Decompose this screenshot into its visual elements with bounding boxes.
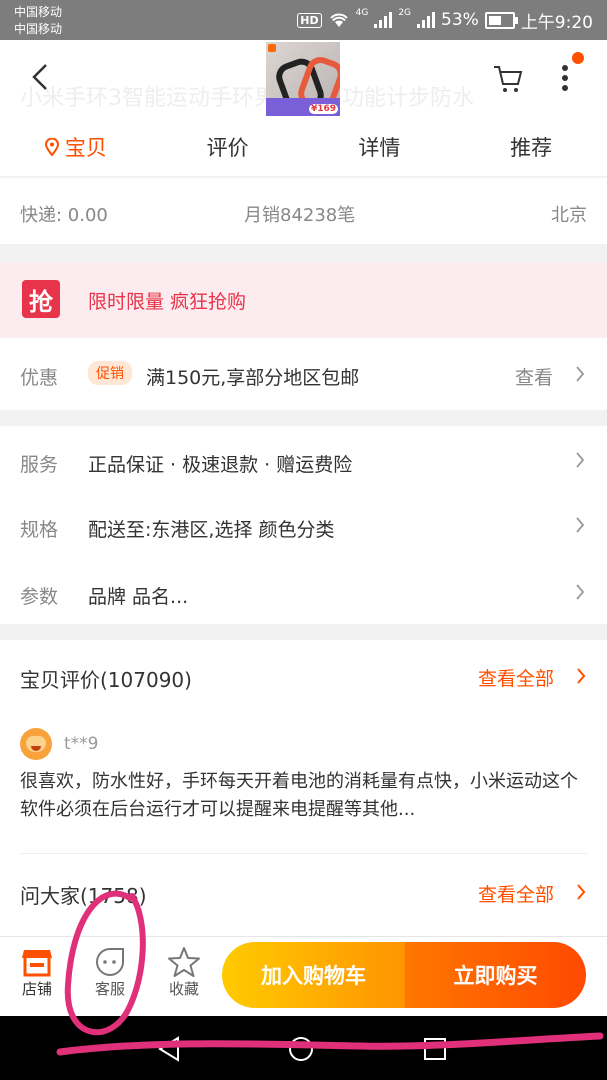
service-label: 服务 bbox=[20, 454, 59, 476]
params-text: 品牌 品名... bbox=[88, 586, 189, 608]
service-text: 正品保证 · 极速退款 · 赠运费险 bbox=[88, 454, 353, 476]
flash-sale-text: 限时限量 疯狂抢购 bbox=[88, 291, 247, 313]
shop-label: 店铺 bbox=[21, 980, 52, 998]
chevron-right-icon bbox=[576, 366, 585, 382]
shop-button[interactable]: 店铺 bbox=[14, 946, 60, 999]
tab-bar: 宝贝 评价 详情 推荐 bbox=[0, 122, 607, 172]
promotion-text: 满150元,享部分地区包邮 bbox=[146, 367, 360, 389]
wifi-icon bbox=[329, 13, 348, 27]
star-icon bbox=[168, 947, 200, 977]
tab-product[interactable]: 宝贝 bbox=[0, 122, 152, 172]
carrier-label-1: 中国移动 bbox=[14, 5, 63, 19]
params-row[interactable]: 参数 品牌 品名... bbox=[0, 558, 607, 624]
notification-dot bbox=[572, 52, 584, 64]
chat-face-icon bbox=[96, 948, 124, 976]
qa-title: 问大家(1758) bbox=[20, 884, 147, 908]
details-card: 服务 正品保证 · 极速退款 · 赠运费险 规格 配送至:东港区,选择 颜色分类… bbox=[0, 426, 607, 624]
carrier-label-2: 中国移动 bbox=[14, 22, 63, 36]
qa-view-all[interactable]: 查看全部 bbox=[478, 880, 554, 907]
tab-product-label: 宝贝 bbox=[64, 136, 107, 160]
promotion-tag: 促销 bbox=[88, 361, 132, 385]
reviewer-avatar bbox=[20, 728, 52, 760]
reviews-card: 宝贝评价(107090) 查看全部 t**9 很喜欢，防水性好，手环每天开着电池… bbox=[0, 640, 607, 936]
params-label: 参数 bbox=[20, 586, 59, 608]
cart-icon[interactable] bbox=[492, 64, 524, 94]
promotion-label: 优惠 bbox=[20, 367, 59, 389]
system-navigation-bar bbox=[0, 1016, 607, 1080]
favorite-button[interactable]: 收藏 bbox=[161, 946, 207, 999]
customer-service-button[interactable]: 客服 bbox=[87, 946, 133, 999]
battery-icon bbox=[484, 11, 518, 29]
battery-percent: 53% bbox=[441, 10, 479, 30]
favorite-label: 收藏 bbox=[168, 980, 199, 998]
network-4g-label: 4G bbox=[355, 8, 369, 18]
chevron-right-icon[interactable] bbox=[576, 884, 586, 900]
product-thumbnail[interactable]: ¥169 bbox=[266, 42, 340, 116]
network-2g-label: 2G bbox=[398, 8, 412, 18]
review-content[interactable]: 很喜欢，防水性好，手环每天开着电池的消耗量有点快，小米运动这个软件必须在后台运行… bbox=[20, 768, 588, 824]
spec-row[interactable]: 规格 配送至:东港区,选择 颜色分类 bbox=[0, 492, 607, 558]
promotion-view-link[interactable]: 查看 bbox=[515, 363, 553, 390]
chevron-right-icon bbox=[576, 584, 585, 600]
signal-icon-2 bbox=[417, 12, 436, 28]
signal-icon bbox=[374, 12, 393, 28]
chevron-right-icon bbox=[576, 452, 585, 468]
chevron-right-icon[interactable] bbox=[576, 668, 586, 684]
add-to-cart-button[interactable]: 加入购物车 bbox=[222, 942, 405, 1008]
location-pin-icon bbox=[44, 138, 59, 156]
nav-home-icon[interactable] bbox=[288, 1036, 314, 1062]
shipping-row: 快递: 0.00 月销84238笔 北京 bbox=[0, 178, 607, 244]
thumbnail-price: ¥169 bbox=[308, 104, 338, 114]
buy-now-button[interactable]: 立即购买 bbox=[405, 942, 586, 1008]
tab-reviews[interactable]: 评价 bbox=[152, 122, 304, 172]
shipping-fee: 快递: 0.00 bbox=[20, 205, 108, 226]
ship-from-location: 北京 bbox=[551, 205, 587, 226]
service-row[interactable]: 服务 正品保证 · 极速退款 · 赠运费险 bbox=[0, 426, 607, 492]
brand-logo-icon bbox=[268, 44, 276, 52]
nav-recents-icon[interactable] bbox=[423, 1037, 447, 1061]
tab-recommend[interactable]: 推荐 bbox=[455, 122, 607, 172]
monthly-sales: 月销84238笔 bbox=[244, 205, 356, 226]
reviews-view-all[interactable]: 查看全部 bbox=[478, 664, 554, 691]
faded-product-title: 小米手环3智能运动手环男女款多功能计步防水 bbox=[20, 86, 474, 111]
spec-label: 规格 bbox=[20, 519, 59, 541]
status-indicators: HD 4G 2G 53% 上午9:20 bbox=[297, 8, 593, 33]
hd-icon: HD bbox=[297, 12, 322, 28]
clock: 上午9:20 bbox=[520, 12, 593, 33]
tab-details[interactable]: 详情 bbox=[304, 122, 456, 172]
store-icon bbox=[22, 950, 52, 977]
divider bbox=[20, 853, 587, 854]
status-bar: 中国移动 中国移动 HD 4G 2G 53% 上午9:20 bbox=[0, 0, 607, 40]
nav-back-icon[interactable] bbox=[156, 1036, 182, 1062]
spec-text: 配送至:东港区,选择 颜色分类 bbox=[88, 519, 335, 541]
more-options-icon[interactable] bbox=[557, 62, 573, 94]
service-label: 客服 bbox=[94, 980, 125, 998]
chevron-right-icon bbox=[576, 517, 585, 533]
review-username: t**9 bbox=[64, 734, 99, 754]
back-arrow-icon[interactable] bbox=[26, 62, 56, 92]
reviews-title: 宝贝评价(107090) bbox=[20, 668, 192, 692]
flash-sale-icon: 抢 bbox=[22, 280, 60, 318]
